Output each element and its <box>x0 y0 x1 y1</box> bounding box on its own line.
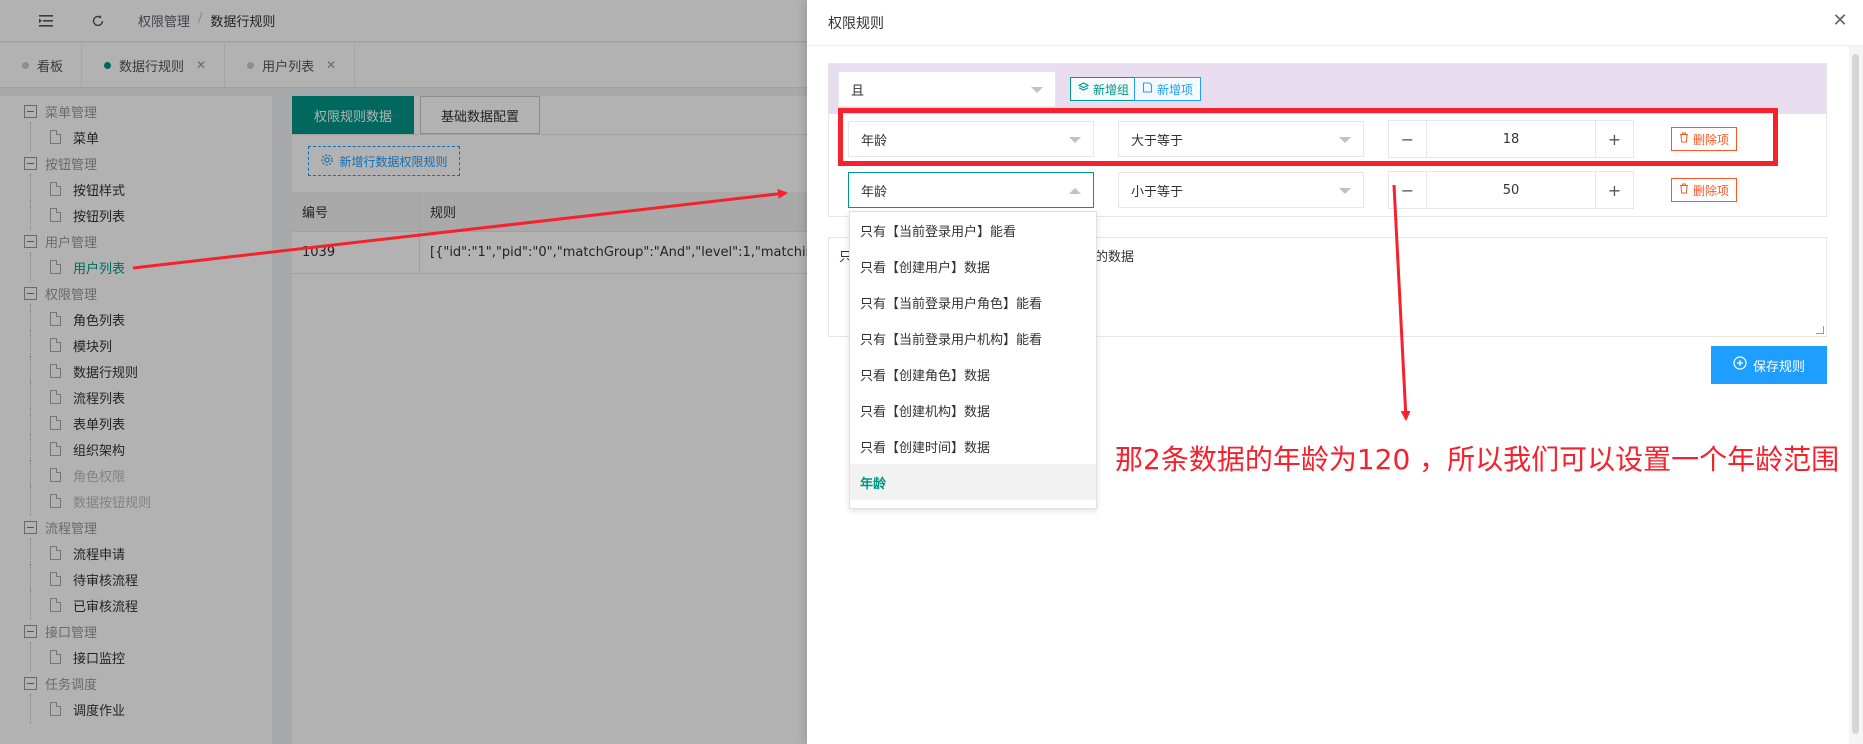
plus-circle-icon <box>1733 356 1747 374</box>
caret-up-icon <box>1069 188 1081 194</box>
condition-operator-select[interactable]: 小于等于 <box>1118 172 1364 208</box>
dropdown-option[interactable]: 只看【创建用户】数据 <box>850 248 1096 284</box>
dropdown-option[interactable]: 只看【创建角色】数据 <box>850 356 1096 392</box>
drawer-header: 权限规则 ✕ <box>807 0 1863 46</box>
annotation-text: 那2条数据的年龄为120 ，所以我们可以设置一个年龄范围 <box>1115 443 1840 476</box>
trash-icon <box>1679 183 1689 197</box>
close-icon[interactable]: ✕ <box>1831 12 1849 30</box>
dropdown-option[interactable]: 只有【当前登录用户机构】能看 <box>850 320 1096 356</box>
minus-icon[interactable]: − <box>1389 172 1427 208</box>
annotation-highlight-box <box>838 108 1778 166</box>
save-rule-button[interactable]: 保存规则 <box>1711 346 1827 384</box>
dropdown-option[interactable]: 只看【创建机构】数据 <box>850 392 1096 428</box>
dropdown-option[interactable]: 只有【当前登录用户角色】能看 <box>850 284 1096 320</box>
layers-icon <box>1077 82 1090 96</box>
delete-item-button[interactable]: 删除项 <box>1671 178 1738 202</box>
caret-down-icon <box>1339 188 1351 194</box>
modal-overlay[interactable] <box>0 0 807 744</box>
dropdown-option[interactable]: 只有【当前登录用户】能看 <box>850 212 1096 248</box>
dropdown-option-selected[interactable]: 年龄 <box>850 464 1096 500</box>
add-item-button[interactable]: 新增项 <box>1134 77 1202 101</box>
plus-icon[interactable]: + <box>1595 172 1633 208</box>
condition-field-select[interactable]: 年龄 <box>848 172 1094 208</box>
drawer-scrollbar[interactable] <box>1849 46 1863 744</box>
condition-value-stepper[interactable]: − 50 + <box>1388 171 1634 209</box>
dropdown-option[interactable]: 只看【创建时间】数据 <box>850 428 1096 464</box>
drawer-title: 权限规则 <box>828 15 884 32</box>
field-dropdown-menu: 只有【当前登录用户】能看 只看【创建用户】数据 只有【当前登录用户角色】能看 只… <box>849 211 1097 509</box>
note-icon <box>1142 82 1153 96</box>
add-group-button[interactable]: 新增组 <box>1070 77 1138 101</box>
resize-handle-icon[interactable] <box>1816 326 1824 334</box>
main-app: 权限管理 / 数据行规则 看板 数据行规则 ✕ 用户列表 ✕ − 菜单管理 菜单 … <box>0 0 807 744</box>
condition-group-header: 且 新增组 新增项 <box>829 64 1826 114</box>
caret-down-icon <box>1031 87 1043 93</box>
group-logic-select[interactable]: 且 <box>838 71 1056 107</box>
condition-value[interactable]: 50 <box>1427 172 1595 208</box>
